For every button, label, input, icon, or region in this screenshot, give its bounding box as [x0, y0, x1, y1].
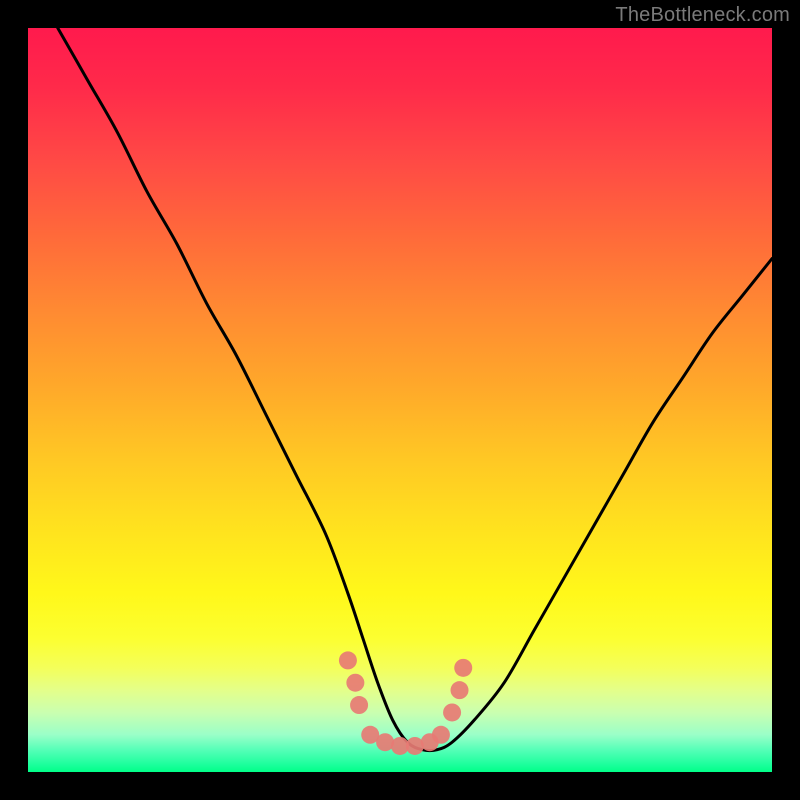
bottom-cluster-markers — [339, 651, 472, 755]
chart-frame: TheBottleneck.com — [0, 0, 800, 800]
plot-area — [28, 28, 772, 772]
watermark-text: TheBottleneck.com — [615, 4, 790, 27]
chart-svg — [28, 28, 772, 772]
bottleneck-curve — [58, 28, 772, 751]
